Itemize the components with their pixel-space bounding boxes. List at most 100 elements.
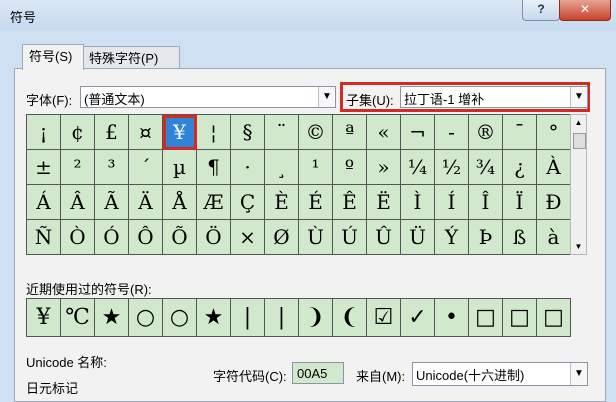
symbol-cell[interactable]: ß bbox=[503, 220, 537, 255]
symbol-cell[interactable]: Õ bbox=[163, 220, 197, 255]
symbol-cell[interactable]: Ç bbox=[231, 185, 265, 220]
symbol-cell[interactable]: ¬ bbox=[401, 115, 435, 150]
symbol-cell[interactable]: À bbox=[537, 150, 571, 185]
symbol-cell[interactable]: - bbox=[435, 115, 469, 150]
symbol-cell[interactable]: ½ bbox=[435, 150, 469, 185]
recent-symbol-cell[interactable]: ○ bbox=[129, 299, 163, 337]
symbol-cell[interactable]: Ó bbox=[95, 220, 129, 255]
symbol-cell[interactable]: ¶ bbox=[197, 150, 231, 185]
symbol-cell[interactable]: Ì bbox=[401, 185, 435, 220]
symbol-cell[interactable]: µ bbox=[163, 150, 197, 185]
symbol-cell[interactable]: ¨ bbox=[265, 115, 299, 150]
symbol-cell[interactable]: £ bbox=[95, 115, 129, 150]
symbol-cell[interactable]: Ù bbox=[299, 220, 333, 255]
symbol-cell[interactable]: ´ bbox=[129, 150, 163, 185]
recent-symbol-cell[interactable]: ☑ bbox=[367, 299, 401, 337]
tab-special-characters[interactable]: 特殊字符(P) bbox=[82, 46, 180, 69]
symbol-cell[interactable]: © bbox=[299, 115, 333, 150]
recent-symbols-grid: ¥ ℃ ★ ○ ○ ★ | | ❩ ❨ ☑ ✓ • □ □ □ bbox=[26, 298, 571, 337]
chevron-down-icon[interactable]: ▼ bbox=[570, 87, 587, 107]
symbol-cell[interactable]: ± bbox=[27, 150, 61, 185]
scroll-up-icon[interactable]: ▲ bbox=[571, 115, 586, 130]
recent-symbol-cell[interactable]: ❨ bbox=[333, 299, 367, 337]
help-button[interactable]: ? bbox=[522, 0, 560, 21]
symbol-cell[interactable]: Ý bbox=[435, 220, 469, 255]
symbol-cell[interactable]: Ä bbox=[129, 185, 163, 220]
recent-symbol-cell[interactable]: ¥ bbox=[27, 299, 61, 337]
symbol-cell[interactable]: Ò bbox=[61, 220, 95, 255]
scroll-down-icon[interactable]: ▼ bbox=[571, 239, 586, 254]
font-dropdown[interactable]: (普通文本) ▼ bbox=[80, 86, 336, 108]
symbol-cell[interactable]: ª bbox=[333, 115, 367, 150]
symbol-cell[interactable]: Ë bbox=[367, 185, 401, 220]
symbol-cell[interactable]: ¦ bbox=[197, 115, 231, 150]
symbol-cell[interactable]: Æ bbox=[197, 185, 231, 220]
recent-symbol-cell[interactable]: | bbox=[231, 299, 265, 337]
close-button[interactable]: ✕ bbox=[559, 0, 611, 21]
symbol-cell[interactable]: ¤ bbox=[129, 115, 163, 150]
recent-symbol-cell[interactable]: □ bbox=[469, 299, 503, 337]
symbol-cell[interactable]: ° bbox=[537, 115, 571, 150]
symbol-cell[interactable]: Á bbox=[27, 185, 61, 220]
recent-symbol-cell[interactable]: • bbox=[435, 299, 469, 337]
symbol-cell[interactable]: ³ bbox=[95, 150, 129, 185]
symbol-cell[interactable]: ® bbox=[469, 115, 503, 150]
symbol-cell[interactable]: ¸ bbox=[265, 150, 299, 185]
symbol-cell[interactable]: Â bbox=[61, 185, 95, 220]
symbol-cell[interactable]: Ö bbox=[197, 220, 231, 255]
symbol-cell[interactable]: ¿ bbox=[503, 150, 537, 185]
tab-symbols[interactable]: 符号(S) bbox=[22, 44, 84, 70]
chevron-down-icon[interactable]: ▼ bbox=[570, 363, 587, 385]
recent-symbol-cell[interactable]: □ bbox=[537, 299, 571, 337]
symbol-cell[interactable]: ¢ bbox=[61, 115, 95, 150]
symbol-cell[interactable]: Û bbox=[367, 220, 401, 255]
symbol-cell[interactable]: § bbox=[231, 115, 265, 150]
symbol-cell[interactable]: º bbox=[333, 150, 367, 185]
symbol-cell[interactable]: Ü bbox=[401, 220, 435, 255]
title-bar: 符号 ? ✕ bbox=[0, 0, 616, 30]
symbol-cell[interactable]: ¯ bbox=[503, 115, 537, 150]
unicode-name-label: Unicode 名称: bbox=[26, 355, 107, 370]
symbol-cell[interactable]: Å bbox=[163, 185, 197, 220]
subset-dropdown[interactable]: 拉丁语-1 增补 ▼ bbox=[400, 86, 588, 108]
subset-value: 拉丁语-1 增补 bbox=[404, 92, 485, 107]
symbol-cell[interactable]: È bbox=[265, 185, 299, 220]
symbol-cell[interactable]: Í bbox=[435, 185, 469, 220]
symbol-cell[interactable]: Ï bbox=[503, 185, 537, 220]
symbol-cell[interactable]: Ñ bbox=[27, 220, 61, 255]
symbol-cell[interactable]: Ø bbox=[265, 220, 299, 255]
symbol-cell[interactable]: É bbox=[299, 185, 333, 220]
symbol-cell[interactable]: ¥ bbox=[163, 115, 197, 150]
recent-symbol-cell[interactable]: ★ bbox=[197, 299, 231, 337]
symbol-cell[interactable]: Ê bbox=[333, 185, 367, 220]
from-dropdown[interactable]: Unicode(十六进制) ▼ bbox=[412, 362, 588, 386]
symbol-cell[interactable]: Ô bbox=[129, 220, 163, 255]
font-label: 字体(F): bbox=[26, 93, 73, 108]
symbol-cell[interactable]: Þ bbox=[469, 220, 503, 255]
recent-symbol-cell[interactable]: □ bbox=[503, 299, 537, 337]
symbol-cell[interactable]: à bbox=[537, 220, 571, 255]
symbol-cell[interactable]: ¼ bbox=[401, 150, 435, 185]
char-code-input[interactable]: 00A5 bbox=[292, 362, 344, 384]
symbol-cell[interactable]: × bbox=[231, 220, 265, 255]
recent-symbol-cell[interactable]: ❩ bbox=[299, 299, 333, 337]
chevron-down-icon[interactable]: ▼ bbox=[318, 87, 335, 107]
recent-symbol-cell[interactable]: | bbox=[265, 299, 299, 337]
recent-symbol-cell[interactable]: ★ bbox=[95, 299, 129, 337]
symbol-cell[interactable]: ¾ bbox=[469, 150, 503, 185]
symbol-cell[interactable]: ¹ bbox=[299, 150, 333, 185]
recent-symbol-cell[interactable]: ✓ bbox=[401, 299, 435, 337]
symbol-cell[interactable]: Î bbox=[469, 185, 503, 220]
recent-symbol-cell[interactable]: ○ bbox=[163, 299, 197, 337]
recent-symbol-cell[interactable]: ℃ bbox=[61, 299, 95, 337]
symbol-cell[interactable]: · bbox=[231, 150, 265, 185]
symbol-cell[interactable]: « bbox=[367, 115, 401, 150]
symbol-cell[interactable]: ¡ bbox=[27, 115, 61, 150]
symbol-cell[interactable]: Ú bbox=[333, 220, 367, 255]
symbol-cell[interactable]: Ã bbox=[95, 185, 129, 220]
symbol-cell[interactable]: ² bbox=[61, 150, 95, 185]
symbol-cell[interactable]: Ð bbox=[537, 185, 571, 220]
symbol-grid-scrollbar[interactable]: ▲ ▼ bbox=[570, 114, 587, 255]
symbol-cell[interactable]: » bbox=[367, 150, 401, 185]
scroll-thumb[interactable] bbox=[573, 133, 586, 149]
